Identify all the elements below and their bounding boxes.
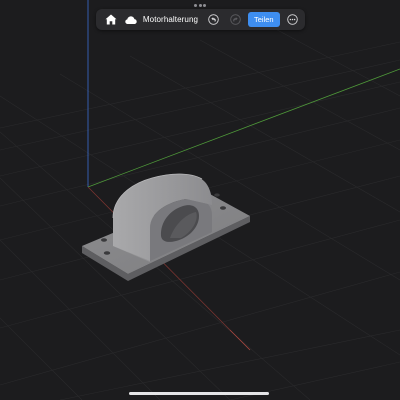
drag-handle[interactable] [194, 3, 206, 7]
share-button[interactable]: Teilen [247, 12, 280, 27]
more-button[interactable] [286, 9, 299, 30]
top-toolbar: Motorhalterung Teilen [96, 9, 305, 30]
redo-button[interactable] [229, 9, 242, 30]
home-icon [105, 14, 117, 25]
3d-viewport[interactable]: Motorhalterung Teilen [0, 0, 400, 400]
document-title[interactable]: Motorhalterung [143, 15, 198, 24]
viewport-scene[interactable] [0, 0, 400, 400]
home-button[interactable] [104, 9, 117, 30]
undo-icon [208, 14, 220, 25]
x-axis-line-front [229, 329, 251, 351]
cloud-icon [125, 15, 138, 24]
home-indicator[interactable] [129, 392, 269, 395]
redo-icon [229, 14, 241, 25]
undo-button[interactable] [207, 9, 220, 30]
motor-mount-model[interactable] [82, 173, 250, 281]
more-icon [287, 14, 298, 25]
drag-handle-dot [203, 3, 206, 7]
drag-handle-dot [194, 3, 197, 7]
drag-handle-dot [198, 3, 202, 7]
y-axis-line [87, 68, 400, 188]
